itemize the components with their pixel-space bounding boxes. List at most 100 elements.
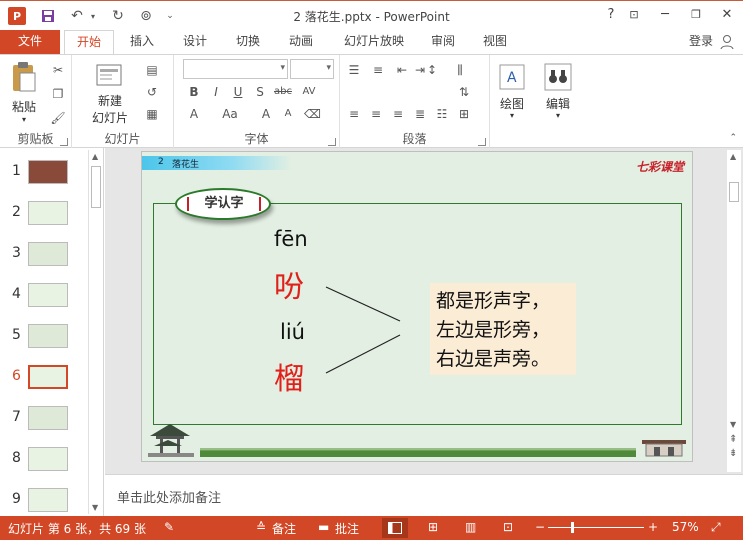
tab-insert[interactable]: 插入 (120, 30, 164, 54)
zoom-in-button[interactable]: + (648, 520, 658, 534)
align-right-icon[interactable]: ≡ (390, 107, 406, 121)
font-name-combo[interactable]: ▾ (183, 59, 288, 79)
convert-smartart-icon[interactable]: ⊞ (456, 107, 472, 121)
decrease-indent-icon[interactable]: ⇤ (394, 63, 410, 77)
zoom-slider-handle[interactable] (571, 522, 574, 533)
collapse-ribbon-icon[interactable]: ⌃ (729, 133, 737, 143)
grow-font-button[interactable]: A (258, 107, 274, 121)
previous-slide-icon[interactable]: ⇞ (729, 434, 737, 445)
layout-icon[interactable]: ▤ (144, 63, 160, 77)
paste-dropdown-icon[interactable]: ▾ (6, 115, 42, 124)
sign-in-link[interactable]: 登录 (689, 32, 713, 49)
comments-icon[interactable]: ▬ (318, 520, 329, 534)
tab-review[interactable]: 审阅 (421, 30, 465, 54)
tab-design[interactable]: 设计 (173, 30, 217, 54)
reading-view-icon[interactable]: ▥ (465, 520, 476, 534)
slide-thumbnail-image (28, 406, 68, 430)
copy-icon[interactable]: ❐ (50, 87, 66, 101)
tab-home[interactable]: 开始 (64, 30, 114, 54)
zoom-slider[interactable] (548, 527, 644, 528)
next-slide-icon[interactable]: ⇟ (729, 448, 737, 459)
slide-thumbnail[interactable]: 3 (0, 238, 86, 272)
columns-icon[interactable]: ⫼ (452, 63, 468, 77)
justify-icon[interactable]: ≣ (412, 107, 428, 121)
slide-thumbnail[interactable]: 9 (0, 484, 86, 518)
paragraph-launcher-icon[interactable] (478, 138, 486, 146)
notes-toggle-button[interactable]: 备注 (272, 520, 296, 537)
text-direction-icon[interactable]: ⇅ (456, 85, 472, 99)
shapes-icon: A (499, 64, 525, 90)
shrink-font-icon[interactable]: A (280, 107, 296, 121)
scroll-down-icon[interactable]: ▼ (92, 503, 98, 512)
character-spacing-button[interactable]: AV (298, 85, 320, 99)
font-color-button[interactable]: A (186, 107, 202, 121)
restore-button[interactable]: ❐ (686, 5, 706, 25)
font-size-combo[interactable]: ▾ (290, 59, 334, 79)
italic-button[interactable]: I (208, 85, 224, 99)
help-button[interactable]: ? (601, 5, 621, 25)
slide-thumbnail[interactable]: 6 (0, 361, 86, 395)
align-left-icon[interactable]: ≡ (346, 107, 362, 121)
bullets-icon[interactable]: ☰ (346, 63, 362, 77)
cut-icon[interactable]: ✂ (50, 63, 66, 77)
editing-group[interactable]: 编辑 ▾ (534, 55, 582, 149)
tab-transitions[interactable]: 切换 (226, 30, 270, 54)
tab-animations[interactable]: 动画 (279, 30, 323, 54)
slide-thumbnail[interactable]: 7 (0, 402, 86, 436)
reset-icon[interactable]: ↺ (144, 85, 160, 99)
distributed-icon[interactable]: ☷ (434, 107, 450, 121)
ribbon-display-options-icon[interactable]: ⊡ (624, 5, 644, 25)
current-slide[interactable]: 2 落花生 七彩课堂 学认字 fēn 吩 liú 榴 都是形声字， 左边是形旁，… (141, 151, 693, 462)
zoom-level[interactable]: 57% (672, 520, 699, 534)
slide-thumbnail[interactable]: 1 (0, 156, 86, 190)
numbering-icon[interactable]: ≡ (370, 63, 386, 77)
normal-view-button[interactable] (382, 518, 408, 538)
drawing-dropdown-icon[interactable]: ▾ (490, 111, 534, 120)
paste-button[interactable]: 粘贴 ▾ (6, 61, 42, 124)
slide-sorter-icon[interactable]: ⊞ (428, 520, 438, 534)
font-launcher-icon[interactable] (328, 138, 336, 146)
change-case-button[interactable]: Aa (218, 107, 242, 121)
shadow-button[interactable]: S (252, 85, 268, 99)
slide-thumbnail[interactable]: 5 (0, 320, 86, 354)
slide-scroll-down-icon[interactable]: ▼ (730, 420, 736, 429)
format-painter-icon[interactable]: 🖌 (50, 111, 66, 125)
drawing-group[interactable]: A 绘图 ▾ (490, 55, 534, 149)
align-center-icon[interactable]: ≡ (368, 107, 384, 121)
minimize-button[interactable]: ─ (655, 5, 675, 25)
tab-view[interactable]: 视图 (473, 30, 517, 54)
thumbnail-scroll-thumb[interactable] (91, 166, 101, 208)
tab-slideshow[interactable]: 幻灯片放映 (334, 30, 414, 54)
thumbnail-scrollbar[interactable]: ▲ ▼ (88, 150, 102, 514)
slideshow-view-icon[interactable]: ⊡ (503, 520, 513, 534)
notes-pane[interactable]: 单击此处添加备注 (105, 474, 743, 516)
new-slide-button[interactable]: 新建 幻灯片 (86, 61, 134, 126)
clear-formatting-icon[interactable]: ⌫ (304, 107, 321, 121)
editing-dropdown-icon[interactable]: ▾ (534, 111, 582, 120)
brand-logo: 七彩课堂 (635, 160, 684, 174)
font-group-label: 字体 (244, 132, 269, 146)
clipboard-launcher-icon[interactable] (60, 138, 68, 146)
zoom-out-button[interactable]: − (535, 520, 545, 534)
slide-scrollbar[interactable]: ▲ ▼ ⇞ ⇟ (727, 150, 741, 472)
line-spacing-icon[interactable]: ↕ (424, 63, 440, 77)
slide-thumbnail[interactable]: 8 (0, 443, 86, 477)
slide-thumbnail[interactable]: 4 (0, 279, 86, 313)
slide-thumbnail[interactable]: 2 (0, 197, 86, 231)
section-icon[interactable]: ▦ (144, 107, 160, 121)
spell-check-icon[interactable]: ✎ (164, 520, 174, 534)
notes-toggle-icon[interactable]: ≙ (256, 520, 266, 534)
bold-button[interactable]: B (186, 85, 202, 99)
underline-button[interactable]: U (230, 85, 246, 99)
slide-scroll-up-icon[interactable]: ▲ (730, 152, 736, 161)
strikethrough-button[interactable]: abc (272, 85, 294, 99)
close-button[interactable]: ✕ (717, 5, 737, 25)
scroll-up-icon[interactable]: ▲ (92, 152, 98, 161)
tab-file[interactable]: 文件 (0, 30, 60, 54)
slide-thumbnail-image (28, 201, 68, 225)
user-icon[interactable] (719, 34, 735, 50)
slide-thumbnail-image (28, 365, 68, 389)
slide-scroll-thumb[interactable] (729, 182, 739, 202)
comments-button[interactable]: 批注 (335, 520, 359, 537)
fit-to-window-icon[interactable]: ⤢ (711, 520, 721, 535)
